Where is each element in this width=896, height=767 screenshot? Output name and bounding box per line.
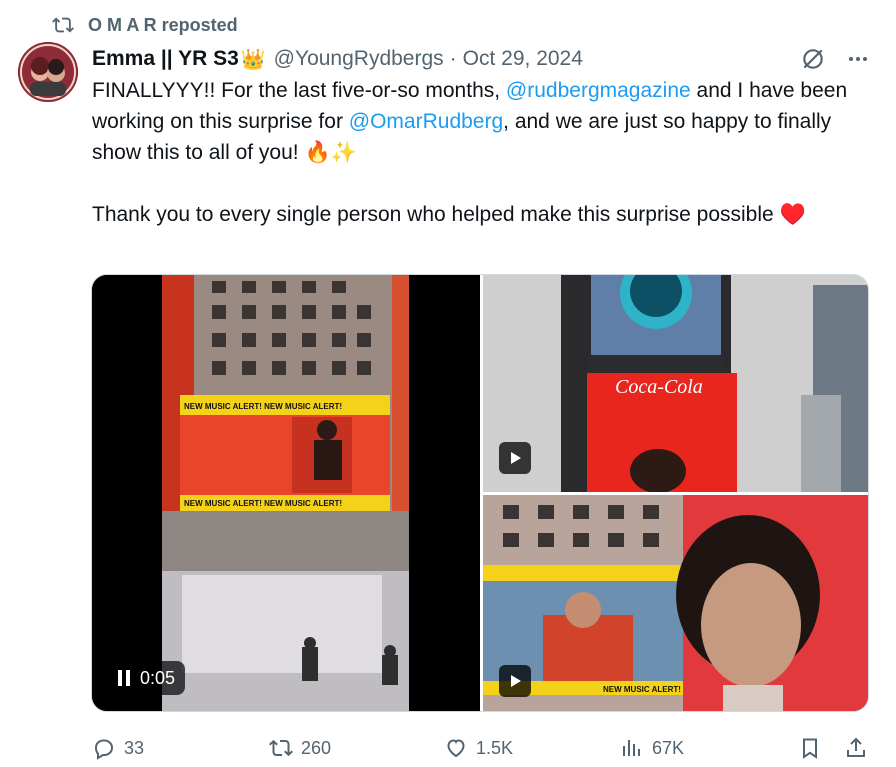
tweet-actions: 33 260 1.5K 67K [92, 733, 872, 763]
repost-label: O M A R reposted [88, 14, 238, 35]
views-button[interactable]: 67K [620, 733, 684, 763]
reply-icon [94, 739, 114, 760]
repost-indicator[interactable]: O M A R reposted [52, 13, 238, 37]
play-icon [511, 675, 521, 687]
bookmark-icon [803, 738, 817, 759]
play-icon [511, 452, 521, 464]
play-button[interactable] [499, 442, 531, 474]
selfie-billboard-image: NEW MUSIC ALERT! [483, 495, 868, 711]
reply-count: 33 [124, 737, 145, 758]
avatar[interactable] [18, 42, 78, 102]
tweet-date[interactable]: Oct 29, 2024 [463, 47, 583, 71]
pause-icon[interactable] [118, 670, 132, 686]
like-count: 1.5K [476, 737, 514, 758]
heart-icon [447, 739, 465, 758]
grok-icon[interactable] [800, 46, 826, 72]
video-timestamp: 0:05 [140, 667, 176, 688]
bookmark-button[interactable] [798, 733, 822, 763]
author-handle[interactable]: @YoungRydbergs [274, 47, 444, 71]
like-button[interactable]: 1.5K [444, 733, 513, 763]
coca-cola-logo-text: Coca-Cola [615, 376, 703, 398]
crown-emoji: 👑 [240, 48, 266, 71]
repost-icon [52, 17, 74, 33]
repost-count: 260 [301, 737, 332, 758]
play-button[interactable] [499, 665, 531, 697]
repost-icon [269, 739, 293, 757]
share-icon [847, 737, 865, 757]
mention-omarrudberg[interactable]: @OmarRudberg [349, 110, 503, 133]
tweet-text-part: FINALLYYY!! For the last five-or-so mont… [92, 79, 506, 102]
mention-rudbergmagazine[interactable]: @rudbergmagazine [506, 79, 691, 102]
billboard-banner-top: NEW MUSIC ALERT! NEW MUSIC ALERT! [184, 402, 342, 411]
analytics-icon [623, 740, 640, 756]
tweet-header: Emma || YR S3 👑 @YoungRydbergs · Oct 29,… [92, 44, 876, 74]
times-square-billboard-video: NEW MUSIC ALERT! NEW MUSIC ALERT! NEW MU… [92, 275, 480, 711]
views-count: 67K [652, 737, 685, 758]
reply-button[interactable]: 33 [92, 733, 144, 763]
billboard-banner-bottom: NEW MUSIC ALERT! NEW MUSIC ALERT! [184, 499, 342, 508]
coca-cola-billboard-image: Coca-Cola [483, 275, 868, 492]
tweet-text-part: Thank you to every single person who hel… [92, 203, 806, 226]
video-controls[interactable]: 0:05 [108, 661, 186, 695]
media-coca-cola-video[interactable]: Coca-Cola [483, 275, 868, 492]
author-name[interactable]: Emma || YR S3 [92, 47, 239, 71]
repost-button[interactable]: 260 [269, 733, 331, 763]
share-button[interactable] [844, 733, 868, 763]
more-options-icon[interactable] [846, 47, 870, 71]
selfie-banner-text: NEW MUSIC ALERT! [603, 685, 681, 694]
media-grid: NEW MUSIC ALERT! NEW MUSIC ALERT! NEW MU… [91, 274, 869, 712]
separator-dot: · [449, 47, 457, 70]
video-player[interactable]: NEW MUSIC ALERT! NEW MUSIC ALERT! NEW MU… [92, 275, 480, 711]
tweet-text: FINALLYYY!! For the last five-or-so mont… [92, 75, 882, 230]
media-selfie-video[interactable]: NEW MUSIC ALERT! [483, 495, 868, 711]
